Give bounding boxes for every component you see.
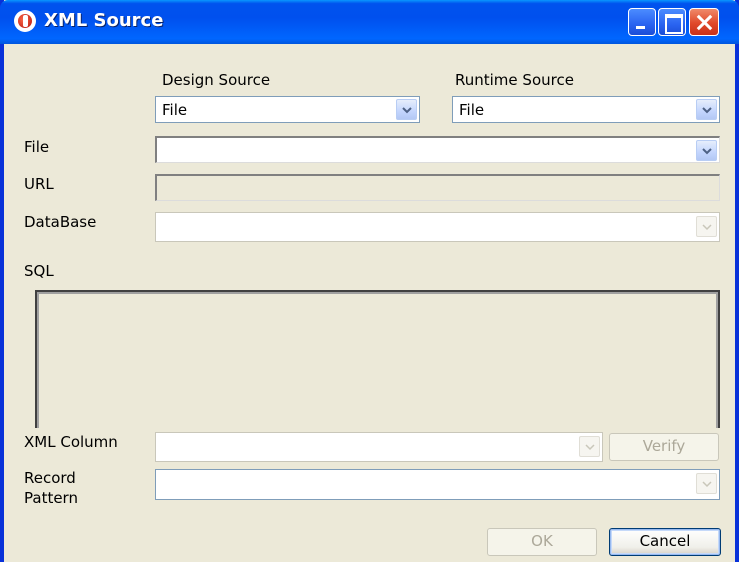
database-label: DataBase: [24, 213, 97, 231]
url-field[interactable]: [155, 174, 720, 201]
record-pattern-dropdown-button[interactable]: [696, 473, 717, 494]
runtime-source-select[interactable]: File: [452, 96, 720, 123]
title-bar[interactable]: XML Source: [0, 0, 739, 44]
sql-label: SQL: [24, 262, 54, 280]
chevron-down-icon: [702, 107, 712, 114]
chevron-down-icon: [585, 444, 595, 451]
window-title: XML Source: [44, 10, 164, 31]
chevron-down-icon: [702, 148, 712, 155]
cancel-button[interactable]: Cancel: [609, 528, 721, 556]
design-source-select[interactable]: File: [155, 96, 420, 123]
close-button[interactable]: [689, 8, 719, 36]
design-source-value: File: [162, 101, 188, 119]
app-icon: [14, 10, 36, 32]
runtime-source-dropdown-button[interactable]: [696, 99, 717, 120]
sql-textarea[interactable]: [35, 290, 720, 428]
database-dropdown-button[interactable]: [696, 216, 717, 237]
runtime-source-label: Runtime Source: [455, 71, 574, 89]
database-select[interactable]: [155, 212, 720, 242]
file-dropdown-button[interactable]: [696, 140, 717, 161]
chevron-down-icon: [702, 224, 712, 231]
design-source-label: Design Source: [162, 71, 271, 89]
record-pattern-label-line1: Record: [24, 469, 76, 487]
file-label: File: [24, 138, 50, 156]
chevron-down-icon: [402, 107, 412, 114]
file-combo[interactable]: [155, 136, 720, 163]
xml-column-label: XML Column: [24, 433, 118, 451]
chevron-down-icon: [702, 481, 712, 488]
runtime-source-value: File: [459, 101, 485, 119]
xml-column-select[interactable]: [155, 432, 603, 462]
url-label: URL: [24, 175, 54, 193]
ok-button[interactable]: OK: [487, 528, 597, 556]
verify-button[interactable]: Verify: [609, 433, 719, 461]
maximize-button[interactable]: [658, 8, 686, 36]
design-source-dropdown-button[interactable]: [396, 99, 417, 120]
minimize-button[interactable]: [628, 8, 656, 36]
record-pattern-combo[interactable]: [155, 469, 720, 500]
record-pattern-label-line2: Pattern: [24, 489, 78, 507]
xml-column-dropdown-button[interactable]: [579, 436, 600, 457]
